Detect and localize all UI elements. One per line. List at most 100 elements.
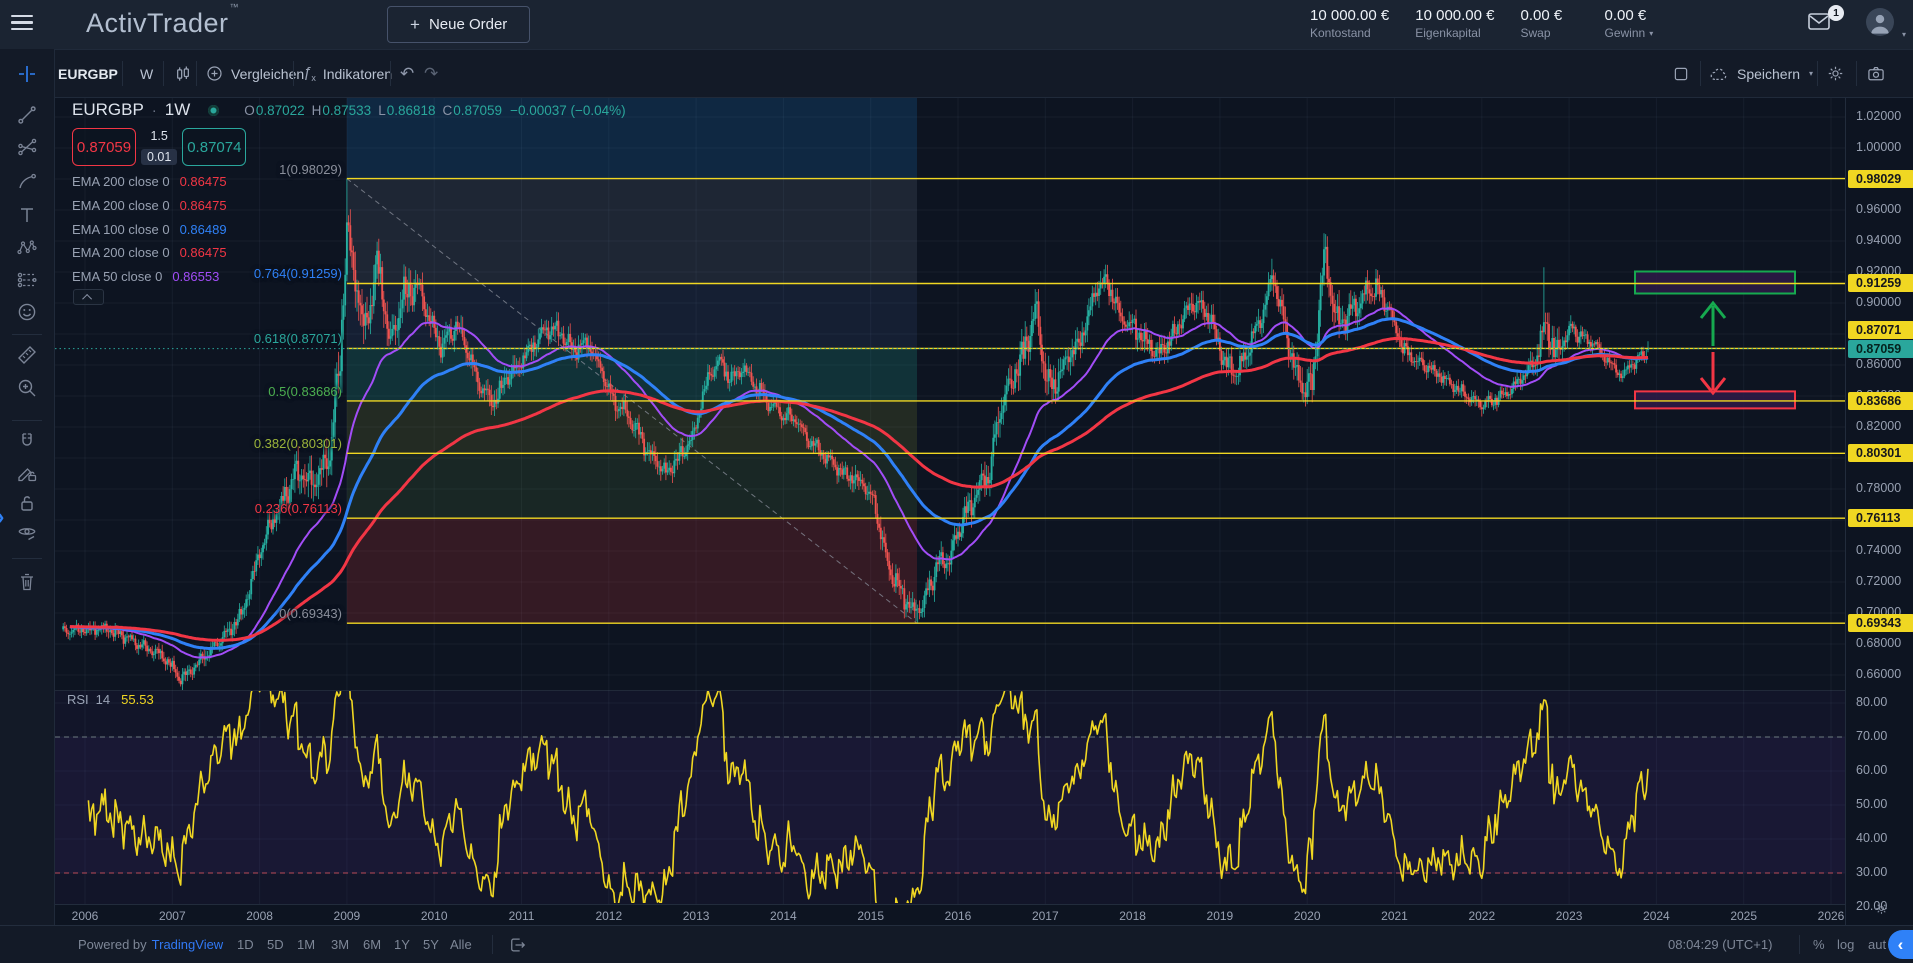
menu-icon[interactable] — [11, 15, 33, 33]
panel-collapse-button[interactable]: ‹ — [1888, 930, 1913, 959]
text-tool-button[interactable] — [13, 201, 41, 229]
snapshot-button[interactable] — [1866, 50, 1886, 97]
range-button-5y[interactable]: 5Y — [423, 926, 439, 963]
drawing-tools-rail — [0, 49, 55, 925]
trend-line-icon — [15, 103, 39, 127]
drawing-mode-lock-button[interactable] — [13, 459, 41, 487]
year-label: 2011 — [509, 909, 535, 923]
rsi-tick: 40.00 — [1856, 831, 1887, 845]
remove-drawings-button[interactable] — [13, 568, 41, 596]
new-order-button[interactable]: + Neue Order — [387, 6, 530, 43]
pattern-tool-button[interactable] — [13, 234, 41, 262]
go-to-date-button[interactable] — [508, 926, 528, 963]
forecast-tool-button[interactable] — [13, 266, 41, 294]
log-scale-button[interactable]: log — [1837, 926, 1854, 963]
chart-toolbar: EURGBP W Vergleichen ƒx Indikatoren ↶ ↷ — [0, 49, 1913, 98]
stat-value: 10 000.00 € — [1310, 7, 1389, 24]
year-label: 2017 — [1032, 909, 1059, 923]
account-stat-gewinn[interactable]: 0.00 €Gewinn▾ — [1605, 7, 1663, 40]
indicator-row[interactable]: EMA 100 close 00.86489 — [72, 217, 227, 241]
rsi-tick: 60.00 — [1856, 763, 1887, 777]
range-button-1y[interactable]: 1Y — [394, 926, 410, 963]
indicator-value: 0.86475 — [180, 198, 227, 213]
price-level-badge: 0.69343 — [1848, 614, 1913, 632]
notification-badge: 1 — [1828, 5, 1844, 21]
indicator-row[interactable]: EMA 200 close 00.86475 — [72, 241, 227, 265]
fx-icon: ƒx — [303, 64, 316, 83]
legend-symbol[interactable]: EURGBP — [72, 100, 144, 120]
new-order-label: Neue Order — [429, 16, 507, 33]
percent-scale-button[interactable]: % — [1813, 926, 1825, 963]
current-price-badge: 0.87059 — [1848, 340, 1913, 358]
price-level-badge: 0.76113 — [1848, 509, 1913, 527]
sidebar-expand-chevron[interactable]: › — [0, 504, 4, 530]
auto-scale-button[interactable]: aut — [1868, 926, 1886, 963]
indicators-button[interactable]: ƒx Indikatoren — [303, 50, 392, 97]
data-status-dot[interactable] — [208, 105, 219, 116]
magnet-mode-button[interactable] — [13, 428, 41, 456]
time-axis[interactable]: 2006200720082009201020112012201320142015… — [55, 904, 1845, 925]
range-button-6m[interactable]: 6M — [363, 926, 381, 963]
year-label: 2006 — [72, 909, 99, 923]
eye-icon — [15, 521, 39, 545]
range-button-5d[interactable]: 5D — [267, 926, 284, 963]
settings-button[interactable] — [1826, 50, 1845, 97]
legend-collapse-button[interactable] — [73, 289, 104, 305]
save-button[interactable]: Speichern ▾ — [1708, 50, 1813, 97]
fib-fan-icon — [15, 136, 39, 160]
sell-button[interactable]: 0.87059 — [72, 128, 136, 166]
buy-button[interactable]: 0.87074 — [182, 128, 246, 166]
maximize-button[interactable] — [1672, 50, 1690, 97]
magnifier-plus-icon — [15, 376, 39, 400]
undo-button[interactable]: ↶ — [400, 50, 414, 97]
price-level-badge: 0.91259 — [1848, 274, 1913, 292]
account-stat-swap: 0.00 €Swap — [1521, 7, 1579, 40]
change-value: −0.00037 (−0.04%) — [510, 103, 626, 118]
xabcd-pattern-icon — [15, 236, 39, 260]
range-button-1m[interactable]: 1M — [297, 926, 315, 963]
interval-button[interactable]: W — [140, 50, 153, 97]
chart-type-button[interactable] — [173, 50, 193, 97]
smiley-icon — [15, 300, 39, 324]
zoom-in-tool-button[interactable] — [13, 374, 41, 402]
rsi-tick: 20.00 — [1856, 899, 1887, 913]
avatar[interactable]: ▾ — [1866, 8, 1896, 38]
compare-button[interactable]: Vergleichen — [205, 50, 304, 97]
chevron-down-icon: ▾ — [1902, 30, 1906, 39]
rsi-tick: 50.00 — [1856, 797, 1887, 811]
indicator-row[interactable]: EMA 200 close 00.86475 — [72, 194, 227, 218]
ohlc-key: C — [443, 103, 453, 118]
chevron-left-icon: ‹ — [1898, 935, 1904, 955]
brush-tool-button[interactable] — [13, 168, 41, 196]
ohlc-value: 0.86818 — [387, 103, 436, 118]
fib-level-label: 0.618(0.87071) — [55, 331, 342, 346]
symbol-button[interactable]: EURGBP — [58, 50, 118, 97]
rsi-tick: 70.00 — [1856, 729, 1887, 743]
range-button-alle[interactable]: Alle — [450, 926, 472, 963]
year-label: 2019 — [1207, 909, 1234, 923]
range-button-3m[interactable]: 3M — [331, 926, 349, 963]
price-level-badge: 0.98029 — [1848, 170, 1913, 188]
range-button-1d[interactable]: 1D — [237, 926, 254, 963]
year-label: 2012 — [595, 909, 622, 923]
tradingview-link[interactable]: TradingView — [152, 937, 224, 952]
stat-label: Swap — [1521, 26, 1579, 40]
gann-fib-tool-button[interactable] — [13, 134, 41, 162]
redo-button[interactable]: ↷ — [424, 50, 438, 97]
price-axis[interactable]: 1.020001.000000.960000.940000.920000.900… — [1845, 98, 1913, 925]
lock-drawings-button[interactable] — [13, 489, 41, 517]
redo-icon: ↷ — [424, 64, 438, 84]
indicator-value: 0.86489 — [180, 222, 227, 237]
trend-line-tool-button[interactable] — [13, 101, 41, 129]
mail-button[interactable]: 1 — [1806, 11, 1836, 37]
crosshair-tool-button[interactable] — [13, 60, 41, 88]
trademark: ™ — [230, 2, 240, 12]
year-label: 2014 — [770, 909, 797, 923]
avatar-icon — [1866, 8, 1894, 36]
measure-tool-button[interactable] — [13, 341, 41, 369]
spread-pips: 1.5 — [150, 129, 167, 143]
legend-interval: 1W — [165, 100, 191, 120]
emoji-tool-button[interactable] — [13, 298, 41, 326]
hide-drawings-button[interactable] — [13, 519, 41, 547]
gear-icon — [1826, 64, 1845, 83]
